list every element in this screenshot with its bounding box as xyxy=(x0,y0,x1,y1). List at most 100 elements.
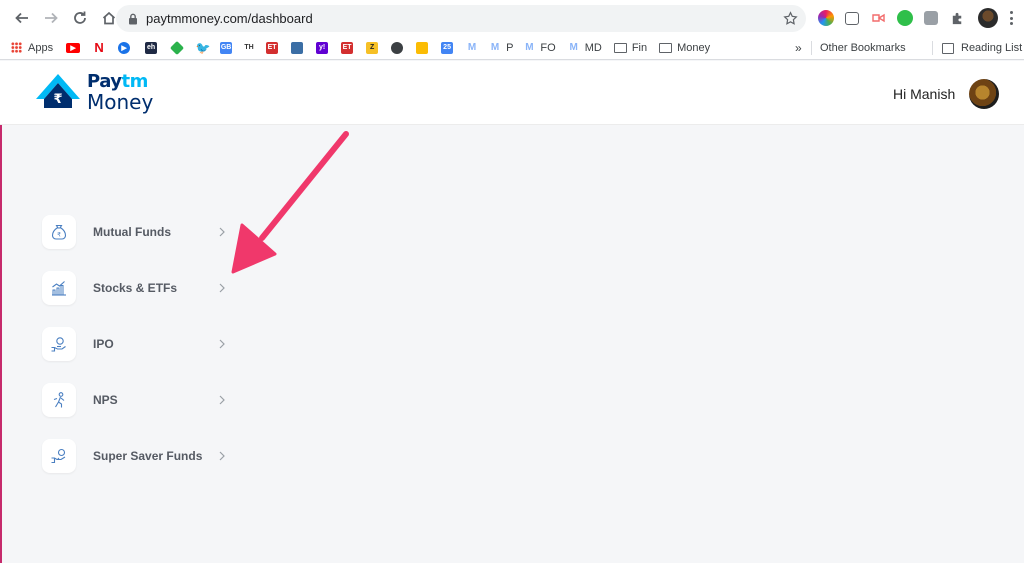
apps-grid-icon xyxy=(11,42,22,53)
bookmarks-divider xyxy=(811,41,812,55)
menu-label: Stocks & ETFs xyxy=(93,281,178,295)
feedly-icon xyxy=(170,40,185,55)
back-arrow-icon xyxy=(15,12,28,24)
gmail-icon: M xyxy=(490,42,500,53)
chevron-right-icon xyxy=(219,451,225,461)
user-avatar[interactable] xyxy=(969,79,999,109)
recorder-extension-icon[interactable] xyxy=(870,10,886,26)
bookmark-md[interactable]: M MD xyxy=(568,36,602,60)
bookmark-player[interactable]: ▶ xyxy=(118,36,135,60)
bookmark-fin[interactable]: Fin xyxy=(613,36,648,60)
zerodha-icon: Z xyxy=(366,41,379,54)
bookmark-tool[interactable] xyxy=(291,36,308,60)
bookmark-youtube[interactable]: ▶ xyxy=(66,36,85,60)
youtube-icon: ▶ xyxy=(66,42,81,53)
gmail-icon: M xyxy=(525,42,534,53)
reading-list-button[interactable]: Reading List xyxy=(942,36,1022,60)
bookmark-other[interactable]: Other Bookmarks xyxy=(820,36,906,60)
lock-icon xyxy=(129,13,137,24)
bookmark-calendar[interactable]: 25 xyxy=(441,36,458,60)
green-extension-icon[interactable] xyxy=(897,10,913,26)
folder-icon xyxy=(613,42,627,53)
gmail-icon: M xyxy=(569,42,578,53)
bookmark-apps[interactable]: Apps xyxy=(11,36,53,60)
menu-label: NPS xyxy=(93,393,118,407)
user-greeting[interactable]: Hi Manish xyxy=(893,86,955,102)
browser-toolbar: paytmmoney.com/dashboard xyxy=(0,0,1024,36)
bookmark-zerodha[interactable]: Z xyxy=(366,36,383,60)
eh-icon: eh xyxy=(145,41,158,54)
hand-coin-icon xyxy=(42,327,76,361)
th-icon: TH xyxy=(244,44,254,51)
bookmarks-overflow-button[interactable]: » xyxy=(795,36,802,60)
rupee-house-logo-icon: ₹ xyxy=(36,74,80,108)
bookmark-keep[interactable] xyxy=(416,36,433,60)
bookmark-star-icon[interactable] xyxy=(783,11,798,26)
retirement-icon xyxy=(42,383,76,417)
bookmark-th[interactable]: TH xyxy=(243,36,260,60)
bar-chart-icon xyxy=(42,271,76,305)
site-header: ₹ Paytm Money Hi Manish xyxy=(0,61,1024,125)
url-text[interactable]: paytmmoney.com/dashboard xyxy=(146,11,313,26)
menu-item-stocks-etfs[interactable]: Stocks & ETFs xyxy=(42,271,242,305)
bookmark-gmail-1[interactable]: M xyxy=(466,36,483,60)
forward-button[interactable] xyxy=(38,5,64,31)
menu-item-nps[interactable]: NPS xyxy=(42,383,242,417)
profile-avatar[interactable] xyxy=(978,8,998,28)
calendar-icon: 25 xyxy=(441,41,454,54)
color-picker-extension-icon[interactable] xyxy=(818,10,834,26)
forward-arrow-icon xyxy=(45,12,58,24)
bookmark-netflix[interactable]: N xyxy=(93,36,110,60)
menu-label: Super Saver Funds xyxy=(93,449,203,463)
bookmark-label: Reading List xyxy=(961,42,1023,54)
puzzle-extensions-icon[interactable] xyxy=(949,10,965,26)
twitter-icon: 🐦 xyxy=(195,40,211,55)
netflix-icon: N xyxy=(94,40,104,55)
bookmark-money[interactable]: Money xyxy=(659,36,710,60)
chevron-right-icon xyxy=(219,227,225,237)
browser-menu-icon[interactable] xyxy=(1010,11,1014,25)
off-badge-extension-icon[interactable] xyxy=(924,11,938,25)
menu-label: Mutual Funds xyxy=(93,225,171,239)
bookmark-twitter[interactable]: 🐦 xyxy=(195,36,214,60)
keep-icon xyxy=(416,41,429,54)
overflow-chevron-icon: » xyxy=(795,41,802,55)
bookmark-et-1[interactable]: ET xyxy=(266,36,283,60)
folder-icon xyxy=(659,42,673,53)
bookmark-label: Fin xyxy=(631,41,648,54)
bookmark-et-2[interactable]: ET xyxy=(341,36,358,60)
gmail-icon: M xyxy=(467,42,477,53)
globe-icon xyxy=(391,41,404,54)
pocket-extension-icon[interactable] xyxy=(845,11,859,25)
reload-button[interactable] xyxy=(67,5,93,31)
tool-icon xyxy=(291,41,304,54)
bookmark-gb[interactable]: GB xyxy=(220,36,237,60)
menu-item-super-saver-funds[interactable]: Super Saver Funds xyxy=(42,439,242,473)
bookmark-label: FO xyxy=(540,41,556,54)
bookmark-feedly[interactable] xyxy=(170,36,187,60)
back-button[interactable] xyxy=(9,5,35,31)
window-edge xyxy=(0,125,2,563)
menu-item-mutual-funds[interactable]: ₹ Mutual Funds xyxy=(42,215,242,249)
home-icon xyxy=(102,11,116,25)
address-bar[interactable]: paytmmoney.com/dashboard xyxy=(116,5,806,32)
yahoo-icon: y! xyxy=(316,41,329,54)
bookmarks-bar: Apps ▶ N ▶ eh 🐦 GB TH ET y! ET Z 25 M MP… xyxy=(0,36,1024,60)
brand-pay: Pay xyxy=(87,71,122,92)
et-icon: ET xyxy=(266,41,279,54)
brand-name: Paytm Money xyxy=(87,71,153,113)
reload-icon xyxy=(74,11,86,24)
bookmark-globe[interactable] xyxy=(391,36,408,60)
bookmark-fo[interactable]: M FO xyxy=(523,36,555,60)
bookmark-yahoo[interactable]: y! xyxy=(316,36,333,60)
extension-bar xyxy=(818,8,998,28)
bookmark-eh[interactable]: eh xyxy=(145,36,162,60)
bookmark-label: MD xyxy=(584,41,602,54)
menu-item-ipo[interactable]: IPO xyxy=(42,327,242,361)
bookmark-p[interactable]: MP xyxy=(489,36,514,60)
chevron-right-icon xyxy=(219,395,225,405)
bookmark-label: P xyxy=(506,41,514,54)
bookmark-label: Other Bookmarks xyxy=(820,42,906,54)
menu-label: IPO xyxy=(93,337,114,351)
paytm-money-logo[interactable]: ₹ Paytm Money xyxy=(35,73,153,112)
